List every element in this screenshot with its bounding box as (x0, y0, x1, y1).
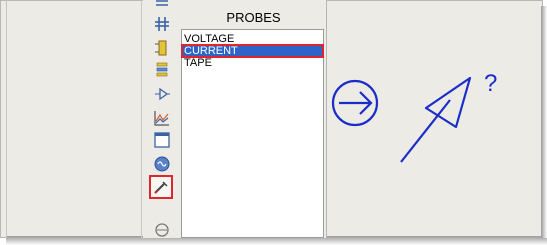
virtual-instrument-tool[interactable] (151, 154, 173, 174)
terminals-icon (156, 62, 168, 77)
current-probe-symbol-drawing (331, 76, 472, 163)
graph-icon (154, 111, 169, 126)
virtual-instrument-icon (154, 156, 170, 172)
tape-recorder-icon (154, 132, 170, 148)
generator-icon (155, 87, 170, 101)
mode-toolbar (143, 0, 182, 238)
component-tool[interactable] (151, 38, 173, 58)
tape-recorder-tool[interactable] (151, 130, 173, 150)
probe-mode-tool[interactable] (149, 175, 173, 199)
component-icon (155, 40, 167, 56)
question-mark: ? (484, 70, 498, 97)
panel-title: PROBES (226, 10, 281, 25)
probes-list[interactable]: VOLTAGE CURRENT TAPE (181, 29, 324, 238)
probe-pointer-arrow-icon (400, 76, 472, 163)
probe-circle-arrow-icon (331, 79, 379, 127)
list-item-current[interactable]: CURRENT (181, 44, 324, 58)
device-pin-icon (155, 223, 169, 237)
graph-tool[interactable] (151, 108, 173, 128)
toolbar-divider (141, 0, 142, 238)
generator-tool[interactable] (151, 84, 173, 104)
probes-panel: PROBES VOLTAGE CURRENT TAPE (181, 0, 327, 238)
shadow-right (541, 6, 547, 238)
wire-label-tool[interactable] (151, 14, 173, 34)
junction-dot-icon (156, 0, 168, 6)
device-pin-tool[interactable] (151, 220, 173, 240)
list-item-tape[interactable]: TAPE (182, 57, 323, 69)
left-divider (6, 0, 7, 238)
terminals-tool[interactable] (151, 60, 173, 80)
wire-label-icon (155, 17, 169, 31)
junction-dot-tool[interactable] (151, 0, 173, 14)
list-item-voltage[interactable]: VOLTAGE (182, 33, 323, 45)
probe-pen-icon (154, 181, 168, 194)
